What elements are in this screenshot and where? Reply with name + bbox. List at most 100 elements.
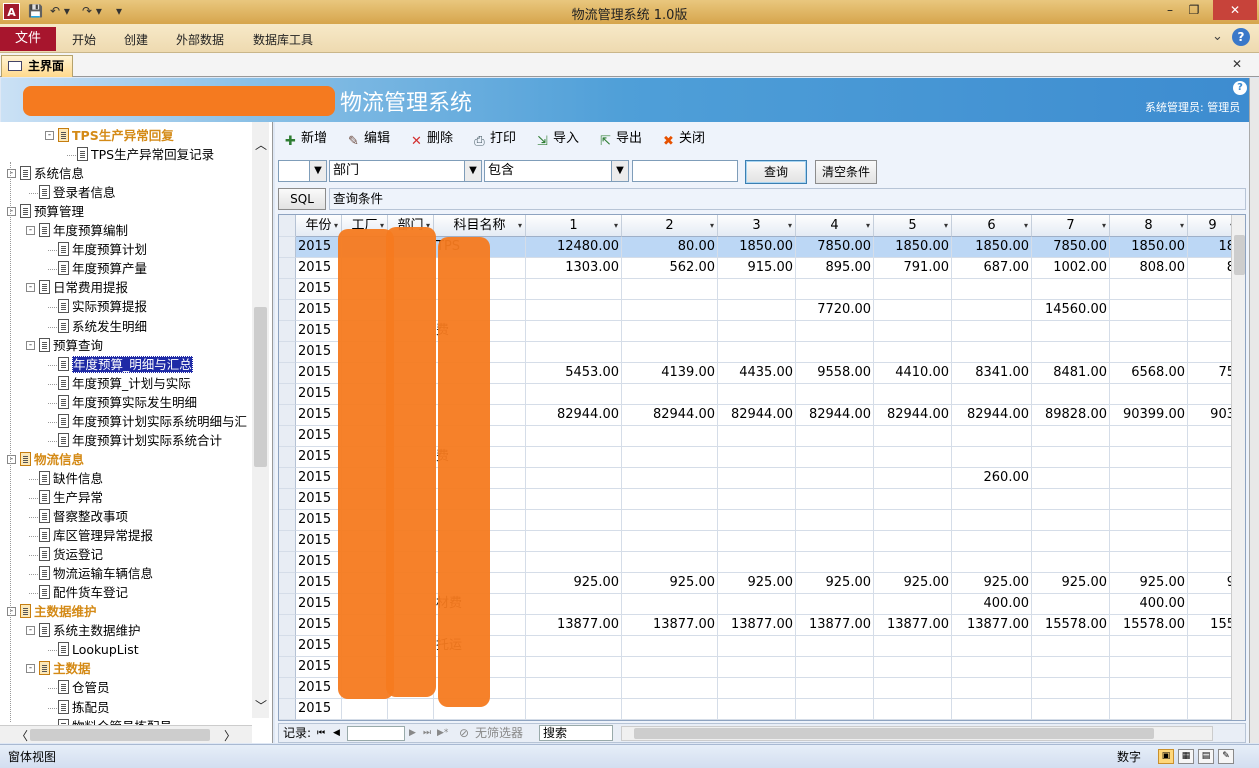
row-selector[interactable] xyxy=(279,237,296,258)
select-all-corner[interactable] xyxy=(279,215,296,237)
table-cell[interactable]: 1303.00 xyxy=(526,258,622,279)
table-cell[interactable]: 13877.00 xyxy=(622,615,718,636)
chevron-down-icon[interactable]: ▼ xyxy=(464,161,481,181)
table-cell[interactable] xyxy=(526,552,622,573)
nav-item[interactable]: TPS生产异常回复 xyxy=(58,126,174,145)
table-cell[interactable] xyxy=(1032,594,1110,615)
grid-vscroll-thumb[interactable] xyxy=(1234,235,1245,275)
table-cell[interactable] xyxy=(718,384,796,405)
table-cell[interactable] xyxy=(1110,447,1188,468)
table-cell[interactable] xyxy=(1110,678,1188,699)
table-cell[interactable] xyxy=(526,594,622,615)
table-cell[interactable] xyxy=(874,594,952,615)
table-cell[interactable]: 9558.00 xyxy=(796,363,874,384)
table-cell[interactable]: 925.00 xyxy=(796,573,874,594)
table-cell[interactable] xyxy=(952,678,1032,699)
table-cell[interactable]: 7850.00 xyxy=(1032,237,1110,258)
nav-item[interactable]: 年度预算实际发生明细 xyxy=(58,393,197,412)
sort-dropdown-icon[interactable]: ▾ xyxy=(944,215,948,236)
table-cell[interactable] xyxy=(718,426,796,447)
table-cell[interactable]: 2015 xyxy=(296,426,342,447)
row-selector[interactable] xyxy=(279,636,296,657)
table-cell[interactable] xyxy=(1110,489,1188,510)
column-header[interactable]: 5 ▾ xyxy=(874,215,952,237)
toolbar-button[interactable]: ⇱ 导出 xyxy=(598,128,642,150)
table-cell[interactable] xyxy=(796,531,874,552)
table-cell[interactable] xyxy=(718,720,796,721)
table-cell[interactable] xyxy=(526,447,622,468)
table-cell[interactable]: 925.00 xyxy=(622,573,718,594)
column-header[interactable]: 1 ▾ xyxy=(526,215,622,237)
grid-vertical-scrollbar[interactable] xyxy=(1231,215,1245,720)
tree-expander-icon[interactable]: - xyxy=(45,131,54,140)
row-selector[interactable] xyxy=(279,531,296,552)
table-cell[interactable]: 895.00 xyxy=(796,258,874,279)
table-cell[interactable] xyxy=(874,426,952,447)
row-selector[interactable] xyxy=(279,699,296,720)
table-cell[interactable] xyxy=(526,426,622,447)
table-cell[interactable]: 82944.00 xyxy=(796,405,874,426)
table-cell[interactable] xyxy=(874,531,952,552)
table-cell[interactable]: 925.00 xyxy=(874,573,952,594)
table-cell[interactable] xyxy=(796,447,874,468)
table-cell[interactable] xyxy=(1032,531,1110,552)
table-cell[interactable]: 2015 xyxy=(296,678,342,699)
nav-scroll-thumb[interactable] xyxy=(254,307,267,467)
table-cell[interactable] xyxy=(952,426,1032,447)
nav-item[interactable]: 主数据维护 xyxy=(20,602,97,621)
column-header[interactable]: 科目名称 ▾ xyxy=(434,215,526,237)
table-cell[interactable] xyxy=(1110,468,1188,489)
table-cell[interactable]: 7850.00 xyxy=(796,237,874,258)
table-cell[interactable] xyxy=(796,279,874,300)
table-cell[interactable]: 4435.00 xyxy=(718,363,796,384)
scroll-right-icon[interactable]: 〉 xyxy=(224,727,236,743)
row-selector[interactable] xyxy=(279,279,296,300)
table-cell[interactable] xyxy=(952,720,1032,721)
tree-expander-icon[interactable]: - xyxy=(7,607,16,617)
table-cell[interactable] xyxy=(526,468,622,489)
table-cell[interactable] xyxy=(796,510,874,531)
nav-vertical-scrollbar[interactable]: ︿ ﹀ xyxy=(252,122,269,718)
table-cell[interactable] xyxy=(874,300,952,321)
datasheet-view-icon[interactable]: ▦ xyxy=(1178,749,1194,764)
table-cell[interactable] xyxy=(622,279,718,300)
table-cell[interactable] xyxy=(1110,384,1188,405)
table-cell[interactable]: 2015 xyxy=(296,300,342,321)
table-cell[interactable] xyxy=(718,321,796,342)
tree-expander-icon[interactable]: - xyxy=(26,226,35,236)
table-cell[interactable]: 925.00 xyxy=(526,573,622,594)
table-cell[interactable] xyxy=(622,489,718,510)
table-cell[interactable]: 925.00 xyxy=(718,573,796,594)
column-header[interactable]: 3 ▾ xyxy=(718,215,796,237)
table-cell[interactable] xyxy=(952,699,1032,720)
keyword-input[interactable] xyxy=(632,160,738,182)
table-cell[interactable] xyxy=(1032,279,1110,300)
table-cell[interactable] xyxy=(526,636,622,657)
table-cell[interactable]: 12480.00 xyxy=(526,237,622,258)
table-cell[interactable] xyxy=(622,552,718,573)
scroll-down-icon[interactable]: ﹀ xyxy=(255,697,267,714)
table-cell[interactable] xyxy=(952,657,1032,678)
table-cell[interactable] xyxy=(718,594,796,615)
table-cell[interactable] xyxy=(622,531,718,552)
table-cell[interactable]: 2015 xyxy=(296,279,342,300)
table-cell[interactable] xyxy=(952,384,1032,405)
nav-item[interactable]: 预算查询 xyxy=(39,336,103,355)
table-cell[interactable] xyxy=(526,510,622,531)
table-cell[interactable]: 2015 xyxy=(296,510,342,531)
nav-item[interactable]: 配件货车登记 xyxy=(39,583,128,602)
table-cell[interactable] xyxy=(622,321,718,342)
form-view-icon[interactable]: ▣ xyxy=(1158,749,1174,764)
sort-dropdown-icon[interactable]: ▾ xyxy=(614,215,618,236)
table-cell[interactable] xyxy=(1032,678,1110,699)
sort-dropdown-icon[interactable]: ▾ xyxy=(710,215,714,236)
sort-dropdown-icon[interactable]: ▾ xyxy=(1102,215,1106,236)
banner-help-icon[interactable]: ? xyxy=(1233,81,1247,95)
nav-item[interactable]: 日常费用提报 xyxy=(39,278,128,297)
nav-hscroll-thumb[interactable] xyxy=(30,729,210,741)
column-header[interactable]: 8 ▾ xyxy=(1110,215,1188,237)
table-cell[interactable] xyxy=(718,636,796,657)
table-cell[interactable]: 13877.00 xyxy=(796,615,874,636)
table-cell[interactable]: 2015 xyxy=(296,447,342,468)
toolbar-button[interactable]: ⎙ 打印 xyxy=(472,128,516,150)
